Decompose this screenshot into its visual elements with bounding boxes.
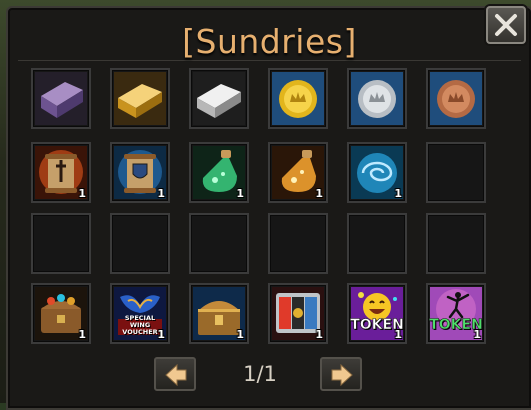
item-quantity: 1 — [236, 328, 244, 341]
inventory-slot-14[interactable] — [110, 213, 170, 274]
inventory-slot-9[interactable]: 1 — [189, 142, 249, 203]
inventory-slot-22[interactable]: 1 — [268, 283, 328, 344]
arrow-left-icon — [165, 364, 187, 386]
inventory-slot-6[interactable] — [426, 68, 486, 129]
item-quantity: 1 — [157, 187, 165, 200]
amethyst-ingot-icon — [35, 72, 87, 125]
previous-page-button[interactable] — [154, 357, 196, 391]
inventory-slot-10[interactable]: 1 — [268, 142, 328, 203]
inventory-slot-1[interactable] — [31, 68, 91, 129]
bronze-coin-icon — [430, 72, 482, 125]
inventory-slot-4[interactable] — [268, 68, 328, 129]
inventory-slot-8[interactable]: 1 — [110, 142, 170, 203]
inventory-slot-15[interactable] — [189, 213, 249, 274]
item-quantity: 1 — [315, 187, 323, 200]
item-quantity: 1 — [394, 187, 402, 200]
sundries-panel: [Sundries] — [6, 6, 531, 410]
silver-ingot-icon — [193, 72, 245, 125]
item-quantity: 1 — [236, 187, 244, 200]
close-button[interactable] — [486, 6, 526, 44]
gold-ingot-icon — [114, 72, 166, 125]
inventory-slot-21[interactable]: 1 — [189, 283, 249, 344]
item-quantity: 1 — [394, 328, 402, 341]
inventory-slot-11[interactable]: 1 — [347, 142, 407, 203]
inventory-slot-3[interactable] — [189, 68, 249, 129]
item-quantity: 1 — [78, 187, 86, 200]
item-quantity: 1 — [473, 328, 481, 341]
close-icon — [495, 14, 517, 36]
panel-title: [Sundries] — [182, 22, 357, 61]
gold-coin-icon — [272, 72, 324, 125]
inventory-slot-7[interactable]: 1 — [31, 142, 91, 203]
inventory-slot-5[interactable] — [347, 68, 407, 129]
item-quantity: 1 — [157, 328, 165, 341]
inventory-slot-24[interactable]: TOKEN 1 — [426, 283, 486, 344]
arrow-right-icon — [331, 364, 353, 386]
inventory-slot-13[interactable] — [31, 213, 91, 274]
inventory-slot-17[interactable] — [347, 213, 407, 274]
inventory-slot-16[interactable] — [268, 213, 328, 274]
next-page-button[interactable] — [320, 357, 362, 391]
inventory-slot-18[interactable] — [426, 213, 486, 274]
inventory-slot-23[interactable]: TOKEN 1 — [347, 283, 407, 344]
inventory-slot-12[interactable] — [426, 142, 486, 203]
item-quantity: 1 — [78, 328, 86, 341]
inventory-slot-19[interactable]: 1 — [31, 283, 91, 344]
item-quantity: 1 — [315, 328, 323, 341]
inventory-slot-20[interactable]: SPECIAL WING VOUCHER 1 — [110, 283, 170, 344]
silver-coin-icon — [351, 72, 403, 125]
page-indicator: 1/1 — [243, 362, 277, 386]
inventory-slot-2[interactable] — [110, 68, 170, 129]
